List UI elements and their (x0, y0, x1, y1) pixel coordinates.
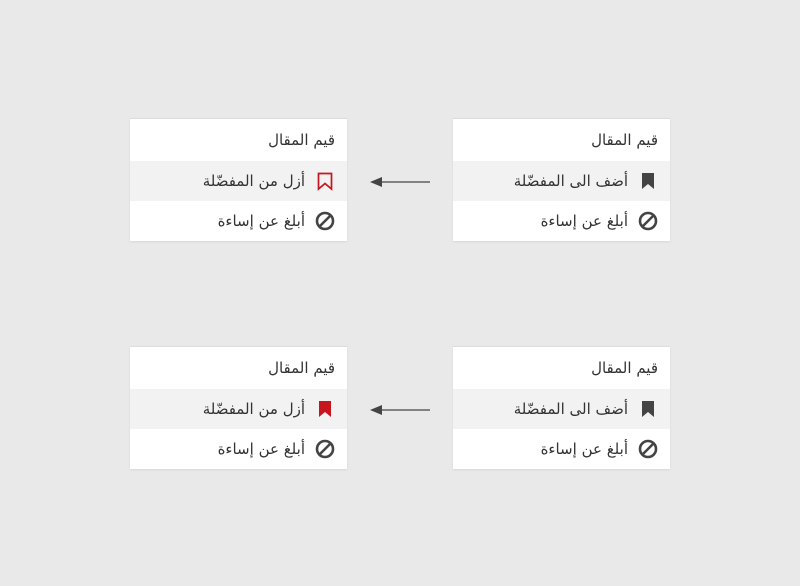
menu-title: قيم المقال (130, 347, 347, 389)
remove-from-favorites-label: أزل من المفضّلة (202, 400, 305, 418)
menu-title: قيم المقال (130, 119, 347, 161)
menu-title: قيم المقال (453, 119, 670, 161)
block-icon (638, 211, 658, 231)
remove-from-favorites-label: أزل من المفضّلة (202, 172, 305, 190)
menu-before-bottom: قيم المقال أضف الى المفضّلة أبلغ عن إساء… (453, 346, 670, 469)
add-to-favorites-label: أضف الى المفضّلة (513, 400, 628, 418)
report-abuse-item[interactable]: أبلغ عن إساءة (130, 201, 347, 241)
report-abuse-label: أبلغ عن إساءة (540, 440, 628, 458)
report-abuse-item[interactable]: أبلغ عن إساءة (453, 201, 670, 241)
remove-from-favorites-item[interactable]: أزل من المفضّلة (130, 389, 347, 429)
transition-arrow-icon (370, 405, 430, 415)
block-icon (638, 439, 658, 459)
menu-title: قيم المقال (453, 347, 670, 389)
bookmark-filled-icon (638, 399, 658, 419)
bookmark-outline-red-icon (315, 171, 335, 191)
bookmark-filled-red-icon (315, 399, 335, 419)
bookmark-filled-icon (638, 171, 658, 191)
report-abuse-label: أبلغ عن إساءة (217, 212, 305, 230)
report-abuse-item[interactable]: أبلغ عن إساءة (453, 429, 670, 469)
menu-after-top: قيم المقال أزل من المفضّلة أبلغ عن إساءة (130, 118, 347, 241)
menu-before-top: قيم المقال أضف الى المفضّلة أبلغ عن إساء… (453, 118, 670, 241)
add-to-favorites-label: أضف الى المفضّلة (513, 172, 628, 190)
block-icon (315, 211, 335, 231)
block-icon (315, 439, 335, 459)
menu-title-label: قيم المقال (268, 359, 335, 377)
remove-from-favorites-item[interactable]: أزل من المفضّلة (130, 161, 347, 201)
add-to-favorites-item[interactable]: أضف الى المفضّلة (453, 389, 670, 429)
menu-title-label: قيم المقال (591, 131, 658, 149)
menu-after-bottom: قيم المقال أزل من المفضّلة أبلغ عن إساءة (130, 346, 347, 469)
report-abuse-item[interactable]: أبلغ عن إساءة (130, 429, 347, 469)
menu-title-label: قيم المقال (268, 131, 335, 149)
report-abuse-label: أبلغ عن إساءة (217, 440, 305, 458)
add-to-favorites-item[interactable]: أضف الى المفضّلة (453, 161, 670, 201)
menu-title-label: قيم المقال (591, 359, 658, 377)
report-abuse-label: أبلغ عن إساءة (540, 212, 628, 230)
transition-arrow-icon (370, 177, 430, 187)
